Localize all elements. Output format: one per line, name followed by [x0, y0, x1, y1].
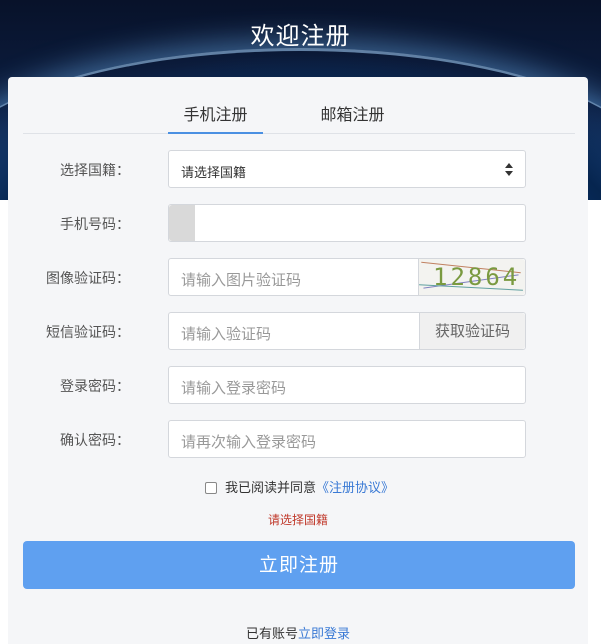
sms-code-row: 短信验证码： 请输入验证码 获取验证码 [8, 312, 588, 350]
tab-phone-register[interactable]: 手机注册 [168, 101, 263, 125]
register-submit-button[interactable]: 立即注册 [23, 541, 575, 589]
captcha-image[interactable]: 12864 [418, 259, 525, 295]
page-title: 欢迎注册 [250, 22, 351, 50]
confirm-password-row: 确认密码： 请再次输入登录密码 [8, 420, 588, 458]
image-captcha-input[interactable]: 请输入图片验证码 12864 [168, 258, 526, 296]
login-prompt-text: 已有账号 [245, 627, 298, 642]
phone-row: 手机号码： [8, 204, 588, 242]
confirm-password-label: 确认密码： [60, 433, 130, 449]
login-link[interactable]: 立即登录 [298, 627, 350, 642]
login-prompt: 已有账号立即登录 [8, 623, 588, 642]
register-tabs: 手机注册 邮箱注册 [23, 77, 575, 134]
captcha-text: 12864 [433, 263, 521, 291]
select-arrows-icon [505, 163, 513, 177]
nationality-row: 选择国籍： 请选择国籍 [8, 150, 588, 188]
sms-code-label: 短信验证码： [46, 325, 130, 341]
error-message: 请选择国籍 [267, 513, 328, 527]
tab-email-register[interactable]: 邮箱注册 [305, 101, 400, 125]
image-captcha-label: 图像验证码： [46, 271, 130, 287]
nationality-select-value: 请选择国籍 [181, 166, 247, 181]
agreement-row: 我已阅读并同意《注册协议》 [205, 477, 394, 496]
agreement-link[interactable]: 《注册协议》 [316, 481, 394, 496]
phone-input[interactable] [168, 204, 526, 242]
confirm-password-input[interactable]: 请再次输入登录密码 [168, 420, 526, 458]
password-input[interactable]: 请输入登录密码 [168, 366, 526, 404]
image-captcha-placeholder: 请输入图片验证码 [181, 271, 302, 289]
image-captcha-row: 图像验证码： 请输入图片验证码 12864 [8, 258, 588, 296]
nationality-label: 选择国籍： [60, 163, 130, 179]
phone-label: 手机号码： [60, 217, 130, 233]
nationality-select[interactable]: 请选择国籍 [168, 150, 526, 188]
phone-country-code-box[interactable] [169, 205, 195, 241]
sms-code-placeholder: 请输入验证码 [181, 325, 272, 343]
sms-code-input[interactable]: 请输入验证码 获取验证码 [168, 312, 526, 350]
password-label: 登录密码： [60, 379, 130, 395]
active-tab-indicator [168, 132, 263, 134]
register-card: 手机注册 邮箱注册 选择国籍： 请选择国籍 手机号码： 图像验证码： 请输入图片… [8, 77, 588, 644]
password-row: 登录密码： 请输入登录密码 [8, 366, 588, 404]
agreement-text: 我已阅读并同意 [225, 481, 317, 496]
agreement-checkbox[interactable] [205, 482, 217, 494]
get-sms-code-button[interactable]: 获取验证码 [419, 313, 525, 349]
